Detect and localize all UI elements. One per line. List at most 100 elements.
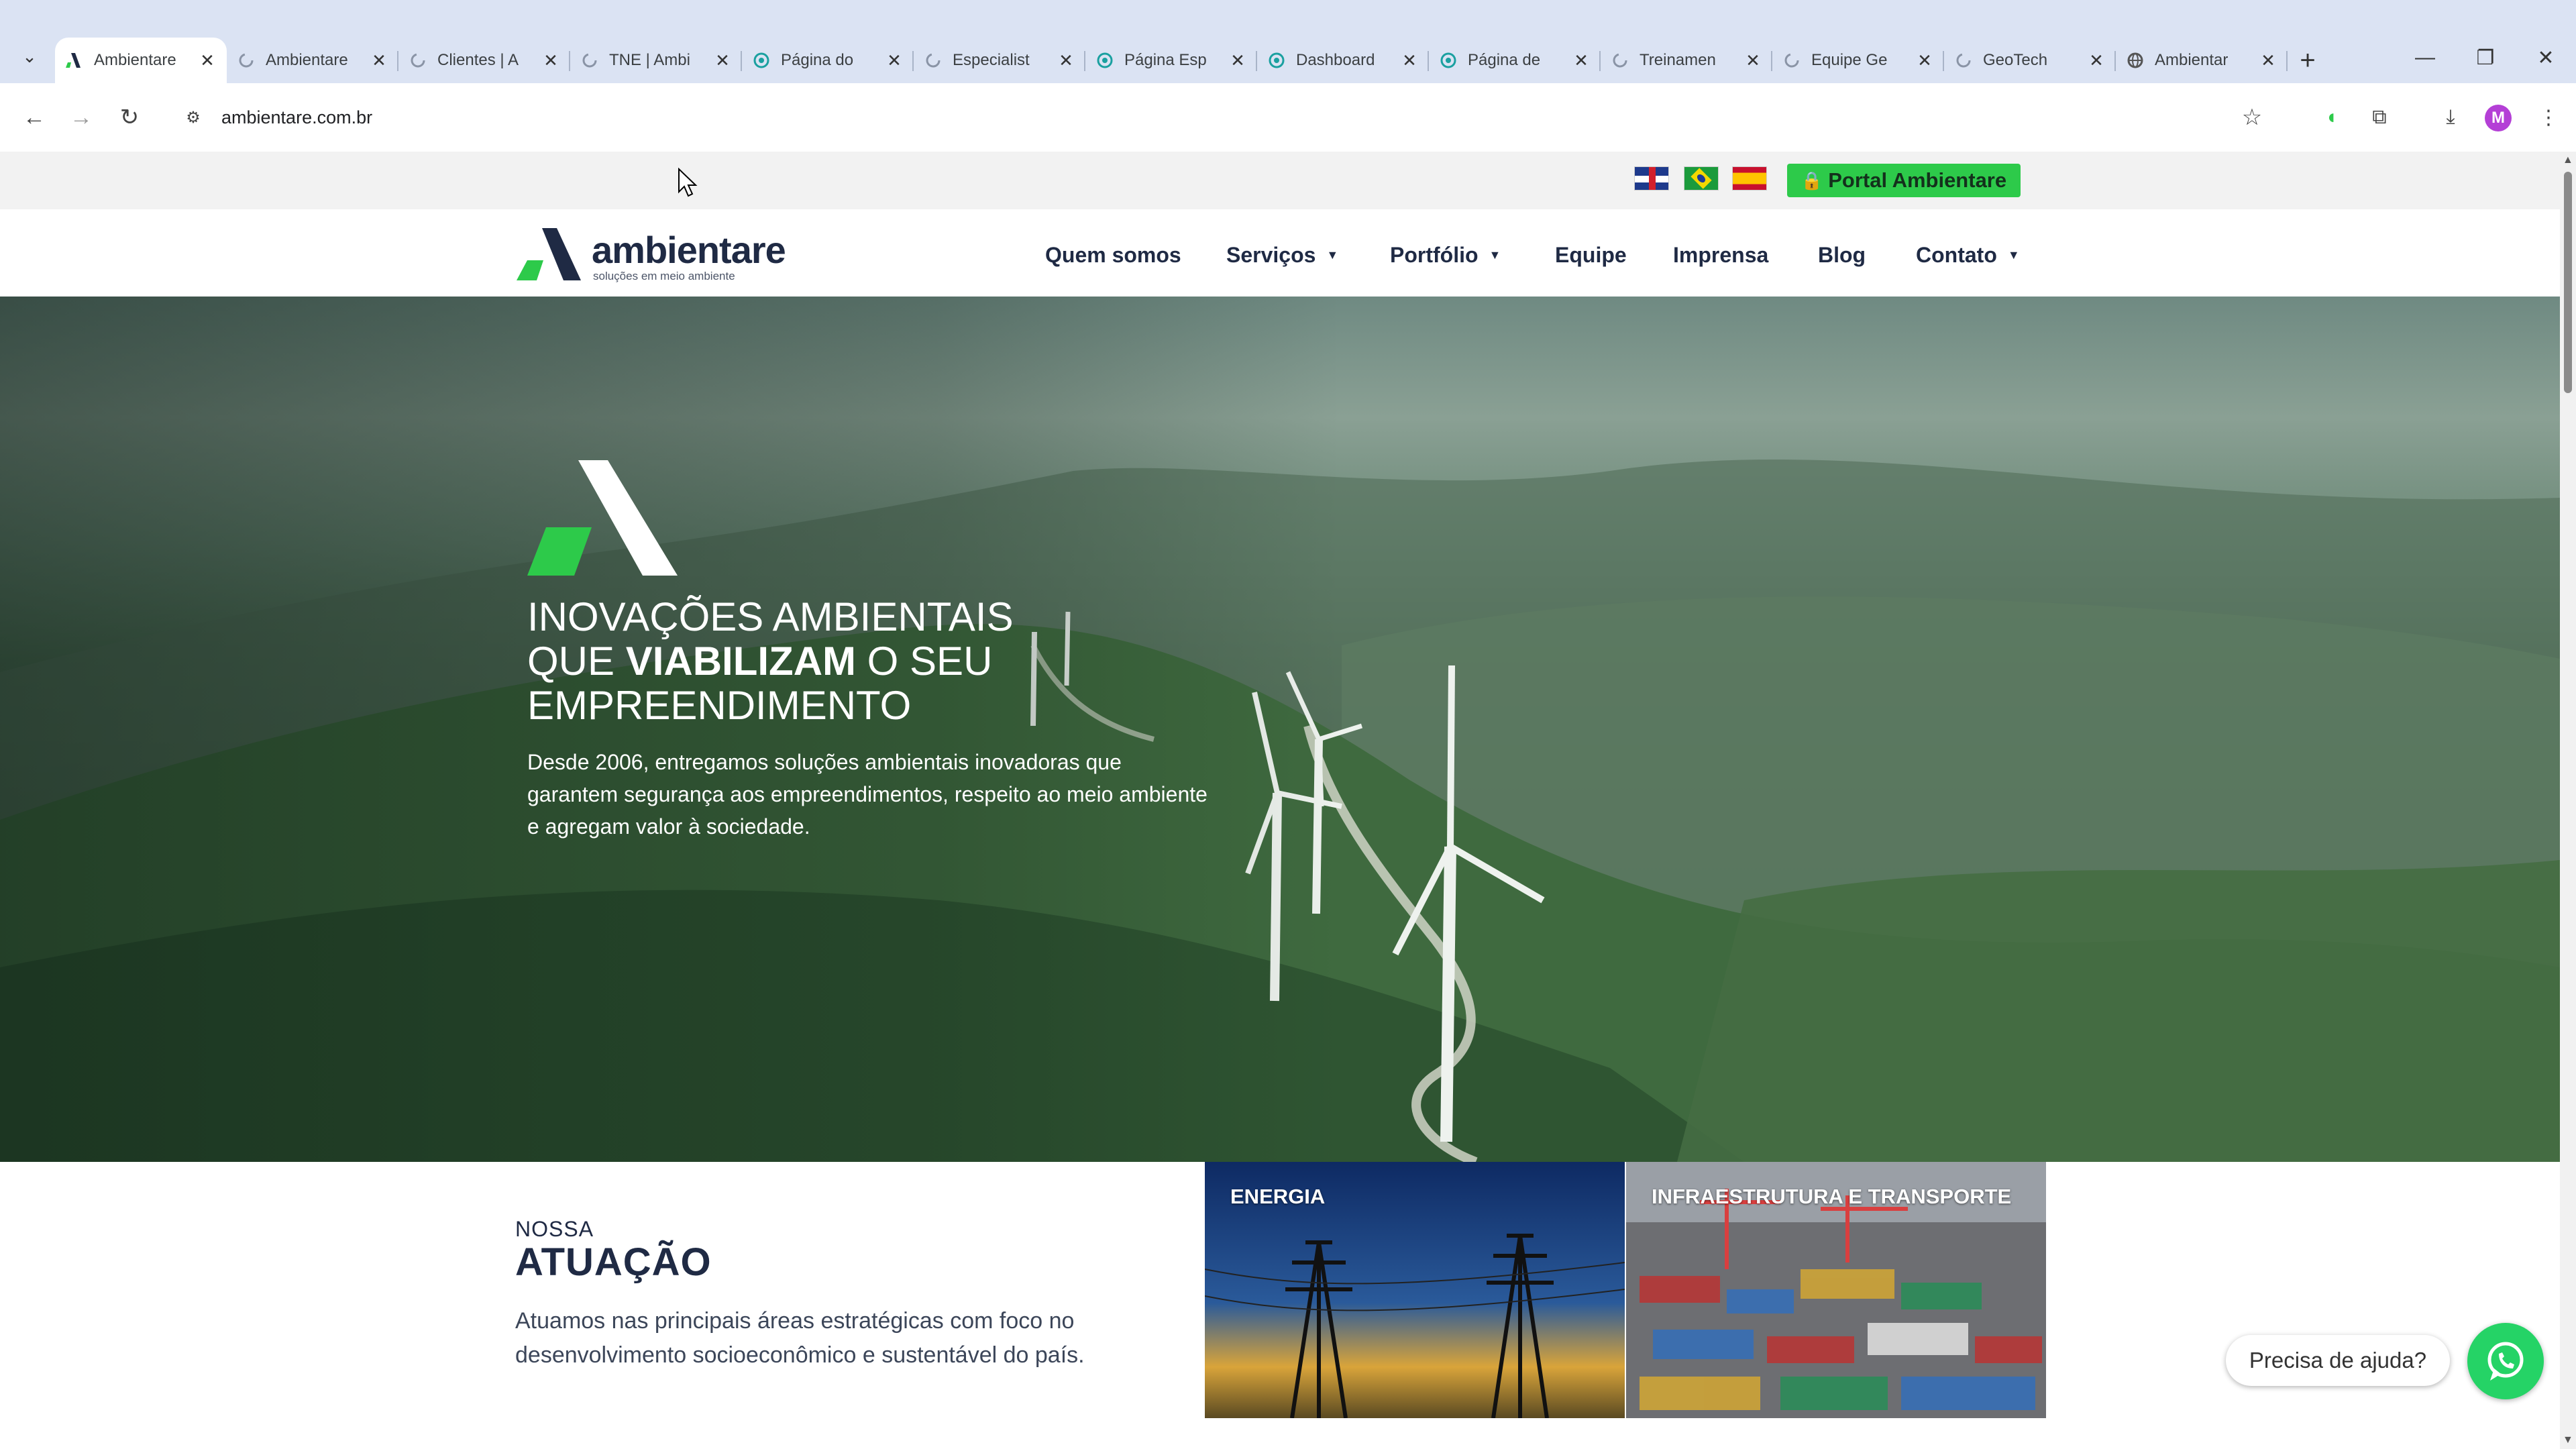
hero-heading-line2-pre: QUE [527, 639, 626, 684]
hero-heading: INOVAÇÕES AMBIENTAIS QUE VIABILIZAM O SE… [527, 595, 1265, 728]
globe-icon [2125, 50, 2145, 70]
caret-down-icon: ▼ [1489, 248, 1501, 262]
browser-tab[interactable]: Ambientar ✕ [2116, 38, 2288, 83]
more-menu-icon[interactable]: ⋮ [2529, 98, 2568, 137]
caret-down-icon: ▼ [1326, 248, 1339, 262]
browser-tab[interactable]: Ambientare ✕ [55, 38, 227, 83]
close-tab-icon[interactable]: ✕ [541, 50, 561, 70]
globe-icon [1095, 50, 1115, 70]
forward-arrow-icon[interactable]: → [62, 98, 101, 137]
browser-tab[interactable]: Clientes | A ✕ [398, 38, 570, 83]
browser-tab[interactable]: Página do ✕ [742, 38, 914, 83]
tab-title: Ambientare [94, 51, 176, 69]
close-tab-icon[interactable]: ✕ [1743, 50, 1763, 70]
browser-tab[interactable]: Ambientare ✕ [227, 38, 398, 83]
browser-tab[interactable]: Equipe Ge ✕ [1772, 38, 1944, 83]
hero-subtitle: Desde 2006, entregamos soluções ambienta… [527, 750, 1208, 839]
caret-down-icon: ▼ [2007, 248, 2020, 262]
scroll-down-arrow-icon[interactable]: ▼ [2563, 1434, 2573, 1446]
browser-tab[interactable]: GeoTech ✕ [1944, 38, 2116, 83]
tab-title: Página Esp [1124, 51, 1207, 69]
loading-icon [236, 50, 256, 70]
section-kicker: NOSSA [515, 1217, 594, 1241]
hero-logo-mark-icon [527, 460, 678, 576]
loading-icon [580, 50, 600, 70]
scroll-up-arrow-icon[interactable]: ▲ [2563, 154, 2573, 166]
nav-label: Contato [1916, 243, 1997, 267]
nav-label: Equipe [1555, 243, 1627, 267]
browser-tab[interactable]: Página Esp ✕ [1085, 38, 1257, 83]
minimize-icon[interactable]: — [2395, 38, 2455, 78]
nav-quem-somos[interactable]: Quem somos [1045, 243, 1181, 268]
hero-heading-line3: EMPREENDIMENTO [527, 683, 912, 728]
close-tab-icon[interactable]: ✕ [884, 50, 904, 70]
browser-tab[interactable]: Dashboard ✕ [1257, 38, 1429, 83]
nav-blog[interactable]: Blog [1818, 243, 1866, 268]
address-bar[interactable]: ⚙ ambientare.com.br ☆ [168, 98, 2288, 137]
close-tab-icon[interactable]: ✕ [1571, 50, 1591, 70]
extensions-puzzle-icon[interactable]: ⧉ [2360, 98, 2399, 137]
close-tab-icon[interactable]: ✕ [1399, 50, 1419, 70]
download-icon[interactable]: ⤓ [2431, 98, 2470, 137]
nav-portfolio[interactable]: Portfólio ▼ [1390, 243, 1501, 268]
close-tab-icon[interactable]: ✕ [369, 50, 389, 70]
profile-avatar[interactable]: M [2485, 105, 2512, 131]
close-tab-icon[interactable]: ✕ [197, 50, 217, 70]
tab-title: Página de [1468, 51, 1541, 69]
nav-imprensa[interactable]: Imprensa [1673, 243, 1768, 268]
tab-title: Treinamen [1640, 51, 1716, 69]
help-chat-bubble[interactable]: Precisa de ajuda? [2226, 1335, 2450, 1386]
nav-label: Blog [1818, 243, 1866, 267]
logo-brand-text: ambientare [592, 229, 786, 271]
portal-ambientare-button[interactable]: 🔒 Portal Ambientare [1787, 164, 2021, 197]
browser-tab[interactable]: Treinamen ✕ [1601, 38, 1772, 83]
globe-icon [1438, 50, 1458, 70]
card-energia[interactable]: ENERGIA [1205, 1162, 1625, 1418]
tab-title: Clientes | A [437, 51, 519, 69]
nav-servicos[interactable]: Serviços ▼ [1226, 243, 1338, 268]
nav-equipe[interactable]: Equipe [1555, 243, 1627, 268]
loading-icon [1782, 50, 1802, 70]
page-scrollbar[interactable]: ▲ ▼ [2560, 152, 2576, 1449]
close-tab-icon[interactable]: ✕ [1228, 50, 1248, 70]
browser-tab[interactable]: Especialist ✕ [914, 38, 1085, 83]
close-tab-icon[interactable]: ✕ [1056, 50, 1076, 70]
whatsapp-icon [2487, 1342, 2524, 1381]
globe-icon [1267, 50, 1287, 70]
reload-icon[interactable]: ↻ [110, 98, 149, 137]
page-viewport: 🔒 Portal Ambientare ambientare soluções … [0, 152, 2560, 1449]
browser-tab[interactable]: TNE | Ambi ✕ [570, 38, 742, 83]
logo-tagline: soluções em meio ambiente [593, 270, 735, 282]
tab-title: GeoTech [1983, 51, 2048, 69]
uk-flag-icon[interactable] [1634, 166, 1669, 191]
close-window-icon[interactable]: ✕ [2516, 38, 2576, 78]
extension-leaf-icon[interactable]: ◖ [2312, 98, 2351, 137]
brazil-flag-icon[interactable] [1684, 166, 1719, 191]
close-tab-icon[interactable]: ✕ [1915, 50, 1935, 70]
new-tab-button[interactable]: + [2288, 38, 2328, 83]
spain-flag-icon[interactable] [1732, 166, 1767, 191]
back-arrow-icon[interactable]: ← [15, 98, 54, 137]
section-title: ATUAÇÃO [515, 1240, 712, 1284]
bookmark-star-icon[interactable]: ☆ [2235, 101, 2269, 134]
help-label: Precisa de ajuda? [2249, 1348, 2427, 1373]
site-settings-icon[interactable]: ⚙ [178, 103, 208, 132]
mouse-cursor-icon [678, 168, 698, 197]
close-tab-icon[interactable]: ✕ [2258, 50, 2278, 70]
nav-label: Imprensa [1673, 243, 1769, 267]
site-logo[interactable]: ambientare soluções em meio ambiente [517, 225, 786, 283]
scrollbar-thumb[interactable] [2564, 172, 2572, 393]
url-text[interactable]: ambientare.com.br [221, 107, 372, 128]
whatsapp-button[interactable] [2467, 1323, 2544, 1399]
close-tab-icon[interactable]: ✕ [712, 50, 733, 70]
restore-icon[interactable]: ❐ [2455, 38, 2516, 78]
card-infraestrutura[interactable]: INFRAESTRUTURA E TRANSPORTE [1626, 1162, 2046, 1418]
logo-mark-icon [517, 228, 581, 280]
tab-title: Ambientare [266, 51, 348, 69]
close-tab-icon[interactable]: ✕ [2086, 50, 2106, 70]
hero-banner: INOVAÇÕES AMBIENTAIS QUE VIABILIZAM O SE… [0, 297, 2560, 1162]
nav-contato[interactable]: Contato ▼ [1916, 243, 2020, 268]
tab-search-chevron-icon[interactable]: ⌄ [13, 40, 46, 72]
nav-label: Quem somos [1045, 243, 1181, 267]
browser-tab[interactable]: Página de ✕ [1429, 38, 1601, 83]
